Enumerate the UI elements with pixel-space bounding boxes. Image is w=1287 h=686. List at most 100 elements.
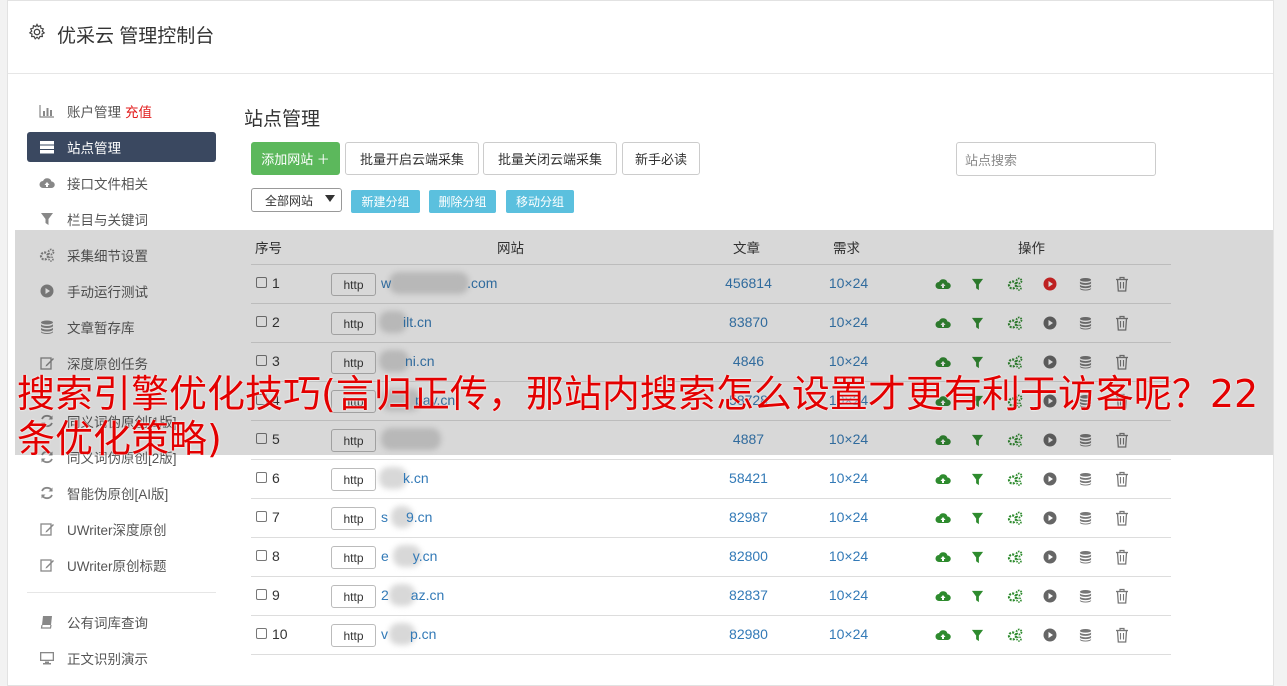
sidebar-item-1[interactable]: 账户管理 充值 [27,96,216,126]
row-checkbox[interactable] [256,511,267,522]
bar-chart-icon [38,103,56,119]
sidebar-item-2[interactable]: 站点管理 [27,132,216,162]
trash-icon[interactable] [1115,548,1151,566]
article-count[interactable]: 82837 [711,587,786,603]
protocol-button[interactable]: http [331,507,376,530]
sidebar-item-13[interactable]: UWriter原创标题 [27,550,216,580]
sidebar-item-11[interactable]: 智能伪原创[AI版] [27,478,216,508]
cloud-upload-icon[interactable] [935,548,971,566]
search-placeholder: 站点搜索 [965,152,1018,168]
gear-icon [28,23,46,40]
row-checkbox[interactable] [256,628,267,639]
sidebar-item-label: 栏目与关键词 [67,213,148,228]
demand-value[interactable]: 10×24 [811,587,886,603]
site-suffix: az.cn [410,587,445,603]
site-link[interactable]: k.cn [381,470,429,486]
cloud-upload-icon[interactable] [935,626,971,644]
row-checkbox[interactable] [256,472,267,483]
sidebar-item-14[interactable]: 公有词库查询 [27,607,216,637]
sidebar-item-12[interactable]: UWriter深度原创 [27,514,216,544]
move-group-button[interactable]: 移动分组 [506,190,574,213]
demand-value[interactable]: 10×24 [811,470,886,486]
site-link[interactable]: e y.cn [381,548,437,564]
sidebar-item-label: UWriter深度原创 [67,523,167,538]
demand-value[interactable]: 10×24 [811,626,886,642]
site-suffix: 9.cn [406,509,433,525]
demand-value[interactable]: 10×24 [811,509,886,525]
cogs-icon[interactable] [1007,548,1043,566]
table-row: 6 http k.cn 58421 10×24 [251,459,1171,499]
table-row: 8 http e y.cn 82800 10×24 [251,537,1171,577]
article-count[interactable]: 82980 [711,626,786,642]
cloud-upload-icon[interactable] [935,509,971,527]
sidebar-item-label: 站点管理 [67,141,121,156]
delete-group-button[interactable]: 删除分组 [429,190,496,213]
row-index: 7 [272,509,280,525]
play-circle-icon[interactable] [1043,470,1079,488]
site-link[interactable]: v p.cn [381,626,436,642]
server-icon [38,139,56,155]
filter-icon[interactable] [971,587,1007,605]
batch-disable-cloud-button[interactable]: 批量关闭云端采集 [483,142,617,175]
database-icon[interactable] [1079,548,1115,566]
app-title: 优采云 管理控制台 [57,26,215,47]
row-index: 6 [272,470,280,486]
row-checkbox[interactable] [256,589,267,600]
site-suffix: p.cn [410,626,437,642]
cloud-upload-icon[interactable] [935,470,971,488]
cogs-icon[interactable] [1007,587,1043,605]
site-prefix: e [381,548,389,564]
cogs-icon[interactable] [1007,626,1043,644]
protocol-button[interactable]: http [331,468,376,491]
demand-value[interactable]: 10×24 [811,548,886,564]
filter-icon[interactable] [971,626,1007,644]
top-bar: 优采云 管理控制台 [8,1,1273,74]
newbie-guide-button[interactable]: 新手必读 [622,142,700,175]
site-prefix: s [381,509,388,525]
site-search-input[interactable]: 站点搜索 [956,142,1156,176]
article-count[interactable]: 82987 [711,509,786,525]
filter-icon[interactable] [971,470,1007,488]
database-icon[interactable] [1079,626,1115,644]
site-link[interactable]: 2 az.cn [381,587,444,603]
row-checkbox[interactable] [256,550,267,561]
monitor-icon [38,650,56,666]
group-select-value: 全部网站 [265,193,314,208]
add-site-button[interactable]: 添加网站 ＋ [251,142,340,175]
play-circle-icon[interactable] [1043,548,1079,566]
recharge-link[interactable]: 充值 [125,101,152,121]
site-link[interactable]: s 9.cn [381,509,432,525]
book-icon [38,614,56,630]
sidebar-item-label: 接口文件相关 [67,177,148,192]
article-count[interactable]: 82800 [711,548,786,564]
sidebar-item-3[interactable]: 接口文件相关 [27,168,216,198]
trash-icon[interactable] [1115,470,1151,488]
row-actions [935,509,1151,527]
trash-icon[interactable] [1115,626,1151,644]
database-icon[interactable] [1079,587,1115,605]
play-circle-icon[interactable] [1043,587,1079,605]
article-count[interactable]: 58421 [711,470,786,486]
filter-icon[interactable] [971,548,1007,566]
group-select[interactable]: 全部网站 [251,188,342,212]
cogs-icon[interactable] [1007,470,1043,488]
cloud-upload-icon[interactable] [935,587,971,605]
database-icon[interactable] [1079,470,1115,488]
batch-enable-cloud-button[interactable]: 批量开启云端采集 [345,142,479,175]
trash-icon[interactable] [1115,587,1151,605]
trash-icon[interactable] [1115,509,1151,527]
play-circle-icon[interactable] [1043,509,1079,527]
database-icon[interactable] [1079,509,1115,527]
play-circle-icon[interactable] [1043,626,1079,644]
filter-icon[interactable] [971,509,1007,527]
cogs-icon[interactable] [1007,509,1043,527]
edit-icon [38,557,56,573]
new-group-button[interactable]: 新建分组 [351,190,420,213]
sidebar-item-15[interactable]: 正文识别演示 [27,643,216,673]
protocol-button[interactable]: http [331,546,376,569]
refresh-icon [38,485,56,501]
protocol-button[interactable]: http [331,585,376,608]
protocol-button[interactable]: http [331,624,376,647]
site-prefix: 2 [381,587,389,603]
page-title: 站点管理 [244,109,321,130]
